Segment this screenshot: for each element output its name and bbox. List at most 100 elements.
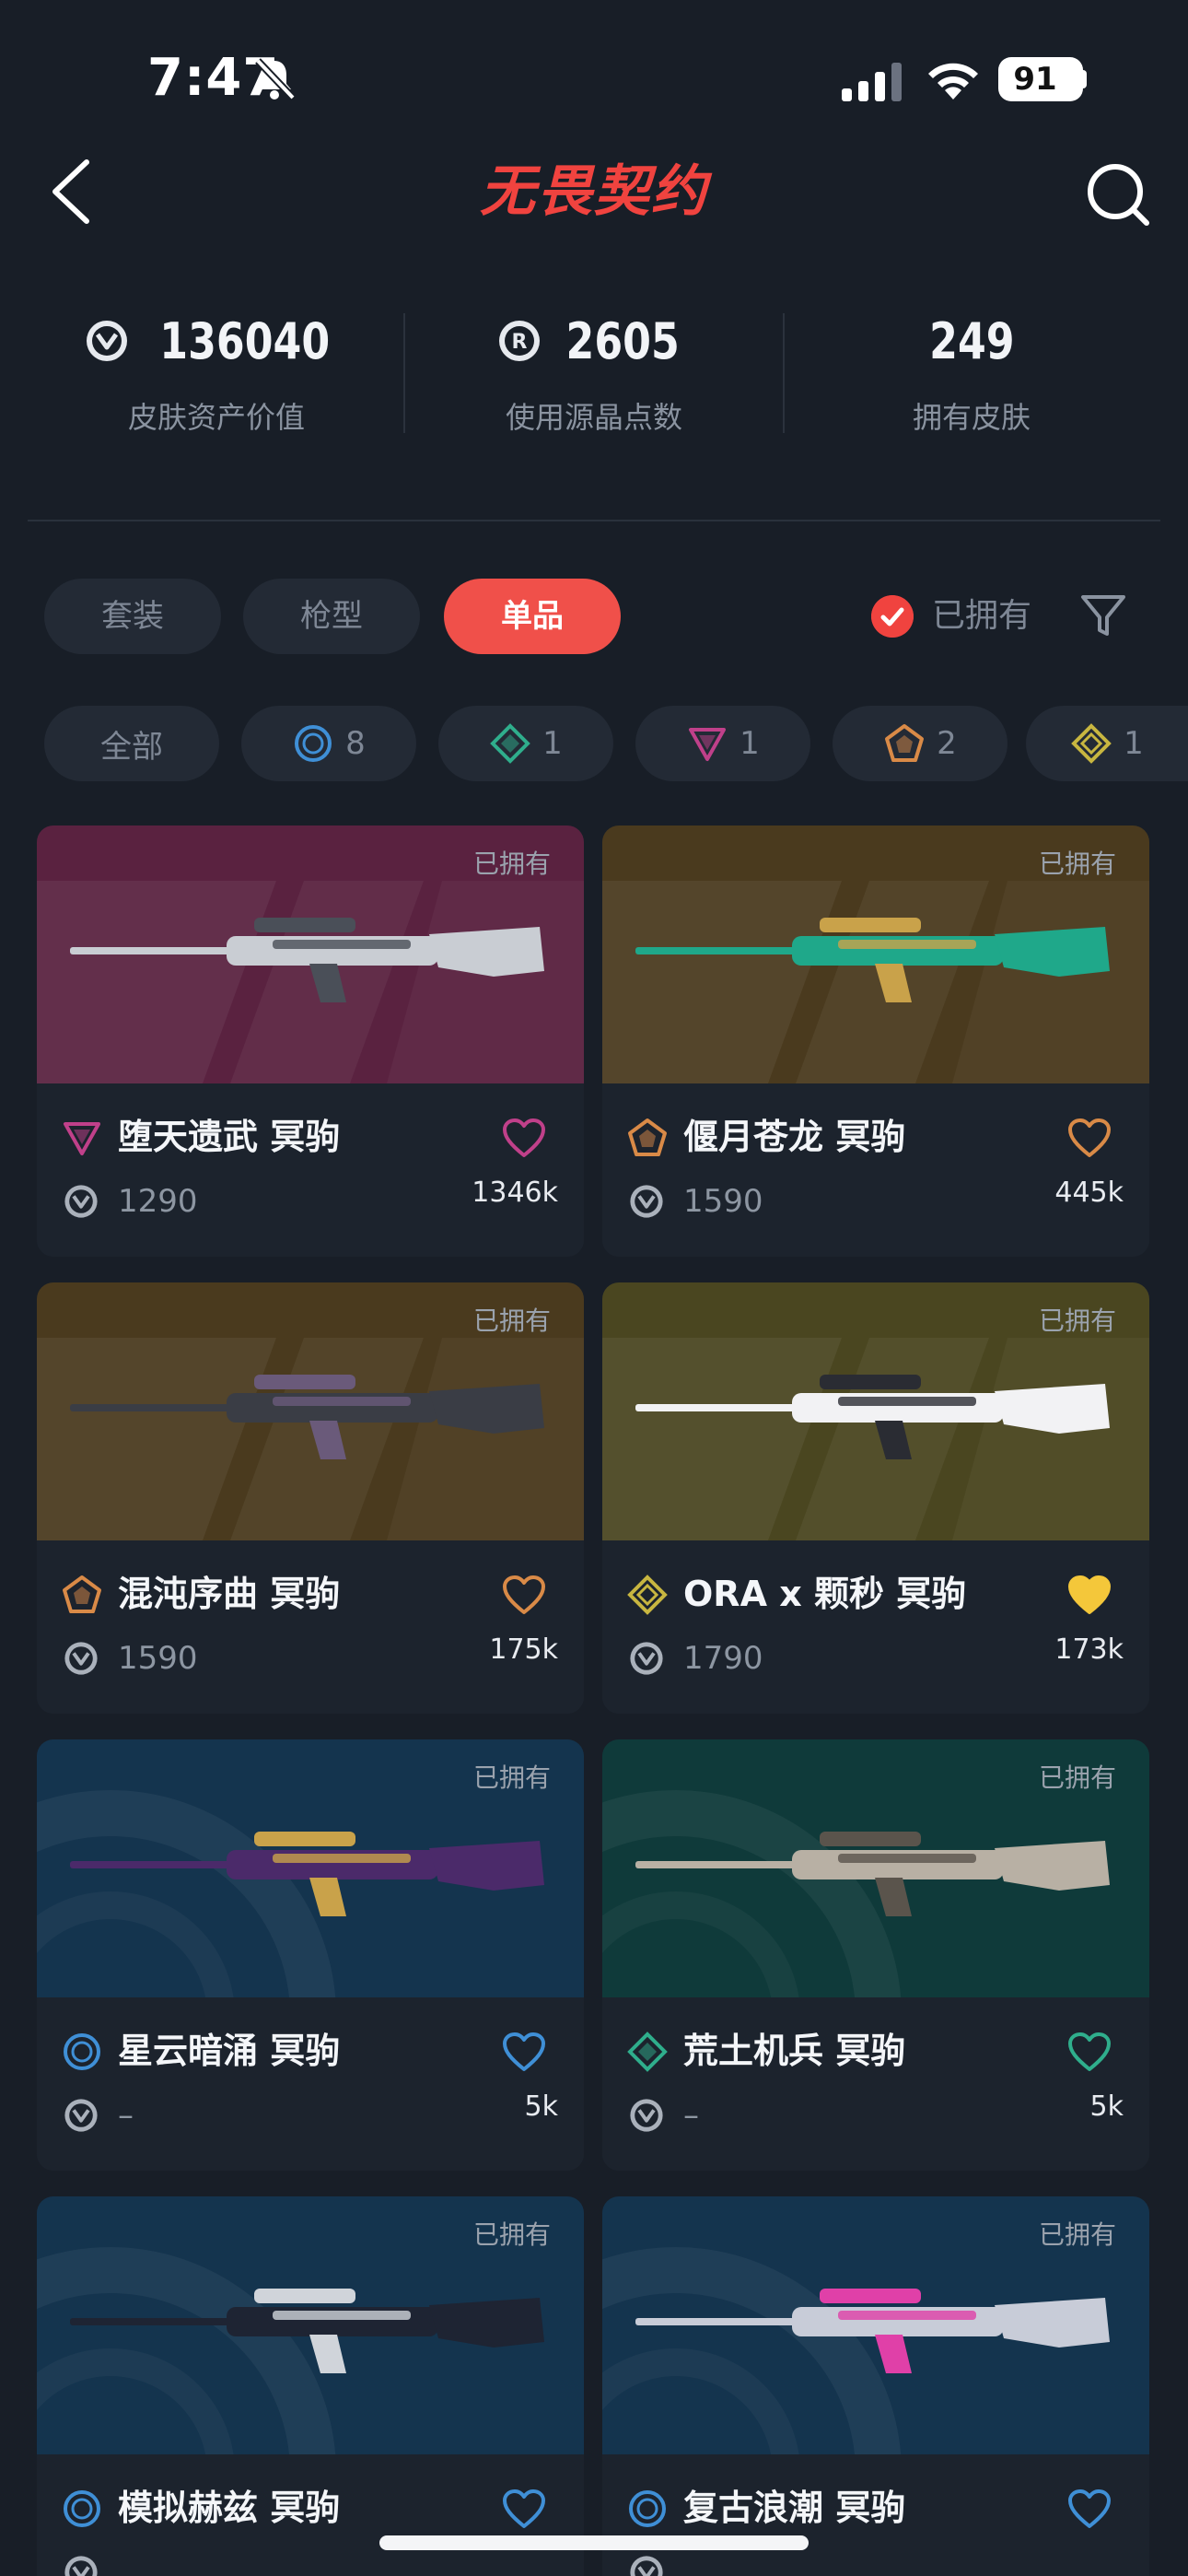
battery-level: 91 <box>1013 61 1057 98</box>
skin-price: 1290 <box>118 1183 198 1220</box>
skin-art: 已拥有 <box>602 1282 1149 1540</box>
owned-tag: 已拥有 <box>1038 1762 1116 1793</box>
heart-icon[interactable] <box>1066 1117 1112 1159</box>
chip-count: 1 <box>1124 725 1144 762</box>
bell-muted-icon <box>255 58 296 100</box>
skin-art: 已拥有 <box>37 825 584 1083</box>
skin-art: 已拥有 <box>37 2196 584 2454</box>
ultra-tier-icon <box>63 1575 101 1613</box>
skin-info: 混沌序曲 冥驹 1590 175k <box>37 1540 584 1714</box>
back-arrow-icon[interactable] <box>46 157 101 227</box>
heart-icon[interactable] <box>1066 1574 1112 1616</box>
chip-count: 1 <box>740 725 760 762</box>
filter-icon[interactable] <box>1077 590 1129 641</box>
like-count: 5k <box>1089 2090 1124 2123</box>
skin-card[interactable]: 已拥有 混沌序曲 冥驹 1590 175k <box>37 1282 584 1714</box>
skin-art: 已拥有 <box>602 2196 1149 2454</box>
skin-card[interactable]: 已拥有 复古浪潮 冥驹 <box>602 2196 1149 2576</box>
chip-premium-tier[interactable]: 1 <box>635 706 810 781</box>
sniper-rifle-image <box>70 918 544 1002</box>
owned-tag: 已拥有 <box>1038 2219 1116 2250</box>
battery-indicator: 91 <box>998 57 1083 101</box>
skin-info: 模拟赫兹 冥驹 <box>37 2454 584 2576</box>
stat-value: 2605 <box>565 311 680 370</box>
skin-card[interactable]: 已拥有 堕天遗武 冥驹 1290 1346k <box>37 825 584 1257</box>
battery-tip <box>1079 70 1087 88</box>
select-tier-icon <box>64 2490 100 2527</box>
heart-icon[interactable] <box>501 1574 547 1616</box>
skin-name: 模拟赫兹 冥驹 <box>118 2488 341 2528</box>
skin-card[interactable]: 已拥有 偃月苍龙 冥驹 1590 445k <box>602 825 1149 1257</box>
skin-name: 复古浪潮 冥驹 <box>683 2488 906 2528</box>
sniper-rifle-image <box>70 1375 544 1459</box>
tab-bundles[interactable]: 套装 <box>44 579 221 654</box>
asset-stats: 136040 皮肤资产价值 R 2605 使用源晶点数 249 拥有皮肤 <box>28 304 1160 451</box>
like-count: 175k <box>489 1633 558 1666</box>
skin-art: 已拥有 <box>602 825 1149 1083</box>
stat-label: 拥有皮肤 <box>912 400 1031 435</box>
skin-name: 混沌序曲 冥驹 <box>118 1574 341 1614</box>
search-icon[interactable] <box>1082 158 1152 228</box>
heart-icon[interactable] <box>1066 2488 1112 2530</box>
heart-icon[interactable] <box>501 2488 547 2530</box>
sniper-rifle-image <box>635 918 1110 1002</box>
app-logo: 无畏契约 <box>480 159 708 224</box>
vp-coin-icon <box>64 1642 98 1675</box>
skin-price: – <box>683 2097 699 2134</box>
owned-tag: 已拥有 <box>472 1306 551 1336</box>
stat-radianite: R 2605 使用源晶点数 <box>405 304 783 451</box>
skin-name: 星云暗涌 冥驹 <box>118 2031 341 2071</box>
skin-price: – <box>118 2097 134 2134</box>
select-tier-icon <box>295 725 332 762</box>
chip-all[interactable]: 全部 <box>44 706 219 781</box>
sniper-rifle-image <box>635 1832 1110 1916</box>
owned-tag: 已拥有 <box>1038 1306 1116 1336</box>
like-count: 5k <box>524 2090 558 2123</box>
ultra-tier-icon <box>885 724 925 762</box>
skin-info: 复古浪潮 冥驹 <box>602 2454 1149 2576</box>
status-bar: 7:47 91 <box>0 0 1188 138</box>
like-count: 1346k <box>472 1177 558 1209</box>
owned-checkbox[interactable] <box>871 595 914 638</box>
skin-art: 已拥有 <box>37 1282 584 1540</box>
skin-card[interactable]: 已拥有 星云暗涌 冥驹 – 5k <box>37 1739 584 2171</box>
sniper-rifle-image <box>70 1832 544 1916</box>
skin-card[interactable]: 已拥有 模拟赫兹 冥驹 <box>37 2196 584 2576</box>
tab-single-items[interactable]: 单品 <box>444 579 621 654</box>
skin-card[interactable]: 已拥有 ORA x 颗秒 冥驹 1790 173k <box>602 1282 1149 1714</box>
like-count: 445k <box>1054 1177 1124 1209</box>
owned-filter-label[interactable]: 已拥有 <box>932 595 1031 638</box>
heart-icon[interactable] <box>501 1117 547 1159</box>
vp-coin-icon <box>87 321 128 361</box>
skin-card[interactable]: 已拥有 荒土机兵 冥驹 – 5k <box>602 1739 1149 2171</box>
skin-name: 堕天遗武 冥驹 <box>118 1117 341 1157</box>
skin-info: ORA x 颗秒 冥驹 1790 173k <box>602 1540 1149 1714</box>
chip-count: 2 <box>937 725 957 762</box>
stat-skins-owned: 249 拥有皮肤 <box>783 304 1160 451</box>
divider <box>28 520 1160 521</box>
wifi-icon <box>928 63 978 100</box>
ultra-tier-icon <box>628 1118 667 1156</box>
chip-ultra-tier[interactable]: 2 <box>833 706 1007 781</box>
tab-weapon-type[interactable]: 枪型 <box>243 579 420 654</box>
vp-coin-icon <box>630 2099 663 2132</box>
stat-value: 136040 <box>159 311 331 370</box>
heart-icon[interactable] <box>501 2031 547 2073</box>
stat-label: 使用源晶点数 <box>505 400 682 435</box>
exclusive-tier-icon <box>627 1575 668 1615</box>
radianite-icon: R <box>498 321 540 361</box>
vp-coin-icon <box>630 1185 663 1218</box>
heart-icon[interactable] <box>1066 2031 1112 2073</box>
chip-count: 1 <box>542 725 563 762</box>
owned-tag: 已拥有 <box>472 2219 551 2250</box>
home-indicator[interactable] <box>379 2535 809 2550</box>
skin-price: 1590 <box>683 1183 763 1220</box>
svg-text:R: R <box>511 331 527 354</box>
skin-art: 已拥有 <box>37 1739 584 1997</box>
vp-coin-icon <box>630 2556 663 2576</box>
skin-info: 堕天遗武 冥驹 1290 1346k <box>37 1083 584 1257</box>
chip-deluxe-tier[interactable]: 1 <box>438 706 613 781</box>
chip-exclusive-tier[interactable]: 1 <box>1026 706 1188 781</box>
chip-select-tier[interactable]: 8 <box>241 706 416 781</box>
vp-coin-icon <box>64 1185 98 1218</box>
